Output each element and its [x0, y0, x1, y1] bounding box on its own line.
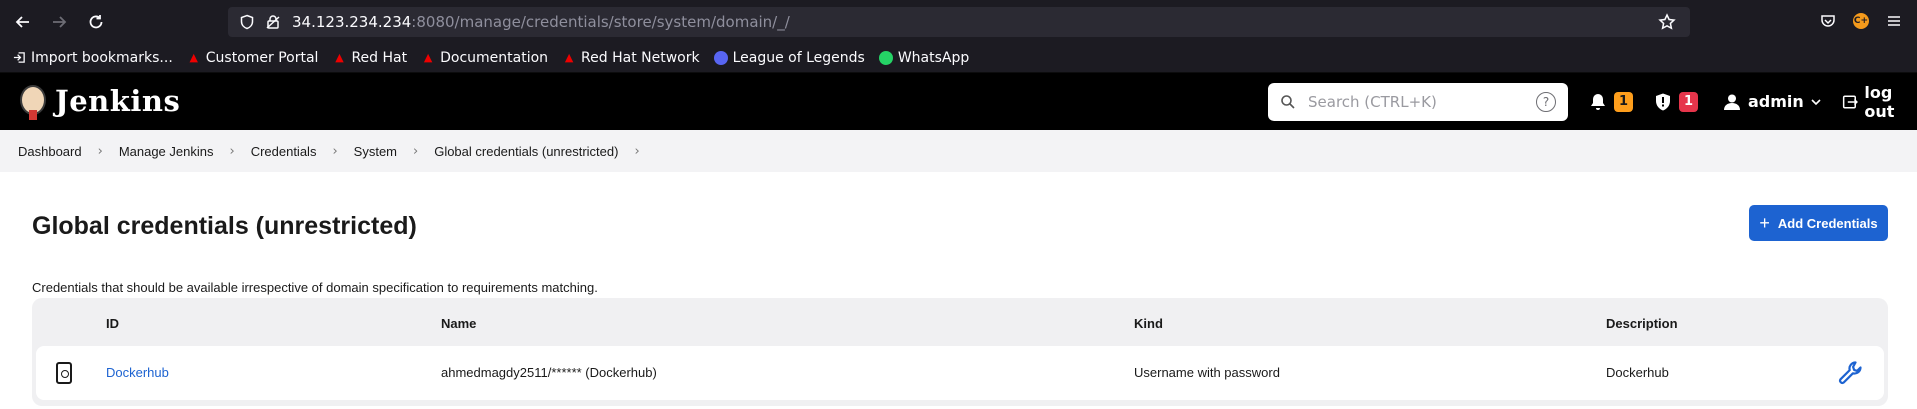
- plus-icon: +: [1759, 213, 1770, 233]
- chevron-down-icon: [1811, 98, 1821, 105]
- add-credentials-label: Add Credentials: [1777, 215, 1878, 231]
- credential-description: Dockerhub: [1606, 365, 1669, 380]
- table-row: Dockerhub ahmedmagdy2511/****** (Dockerh…: [36, 346, 1884, 400]
- jenkins-logo-icon: [17, 82, 49, 120]
- credential-kind: Username with password: [1134, 365, 1280, 380]
- logout-label: log out: [1864, 82, 1895, 121]
- search-icon: [1280, 94, 1296, 110]
- user-menu[interactable]: admin: [1722, 92, 1822, 112]
- redhat-icon: ▲: [564, 51, 574, 64]
- chevron-right-icon: ›: [97, 143, 103, 159]
- bookmark-import[interactable]: Import bookmarks...: [12, 50, 173, 66]
- bookmark-star-icon[interactable]: [1658, 13, 1676, 31]
- logout-icon: [1842, 94, 1858, 109]
- help-icon[interactable]: ?: [1536, 92, 1556, 112]
- credentials-table: ID Name Kind Description Dockerhub ahmed…: [32, 298, 1888, 406]
- brand-name: Jenkins: [55, 84, 181, 118]
- credential-id-link[interactable]: Dockerhub: [106, 365, 169, 380]
- bookmark-customer-portal[interactable]: ▲ Customer Portal: [187, 50, 319, 66]
- user-icon: [1724, 94, 1740, 110]
- column-header-id[interactable]: ID: [106, 316, 119, 331]
- url-host: 34.123.234.234: [292, 13, 412, 31]
- bookmark-red-hat-network[interactable]: ▲ Red Hat Network: [562, 50, 700, 66]
- notifications-button[interactable]: 1: [1588, 91, 1633, 112]
- logout-button[interactable]: log out: [1842, 83, 1917, 121]
- table-header: ID Name Kind Description: [36, 300, 1884, 346]
- discord-icon: [713, 50, 728, 65]
- bookmark-label: Customer Portal: [205, 49, 319, 66]
- bookmark-label: Red Hat Network: [581, 49, 700, 66]
- insecure-lock-icon[interactable]: [264, 13, 282, 31]
- url-field[interactable]: 34.123.234.234:8080/manage/credentials/s…: [228, 7, 1690, 37]
- bookmark-label: League of Legends: [732, 49, 865, 66]
- pocket-icon[interactable]: [1819, 12, 1837, 30]
- browser-toolbar: 34.123.234.234:8080/manage/credentials/s…: [0, 0, 1917, 43]
- redhat-icon: ▲: [335, 51, 344, 64]
- search-box[interactable]: ?: [1268, 83, 1568, 121]
- breadcrumb-system[interactable]: System: [354, 144, 397, 159]
- column-header-name[interactable]: Name: [441, 316, 476, 331]
- bell-icon: [1591, 93, 1605, 110]
- breadcrumb-credentials[interactable]: Credentials: [251, 144, 317, 159]
- add-credentials-button[interactable]: + Add Credentials: [1749, 205, 1888, 241]
- breadcrumb-manage-jenkins[interactable]: Manage Jenkins: [119, 144, 214, 159]
- bookmark-league-of-legends[interactable]: League of Legends: [713, 49, 865, 66]
- breadcrumb-dashboard[interactable]: Dashboard: [18, 144, 82, 159]
- extension-icon[interactable]: C+: [1853, 13, 1869, 29]
- page-title: Global credentials (unrestricted): [32, 212, 417, 240]
- search-input[interactable]: [1308, 93, 1528, 111]
- bookmarks-bar: Import bookmarks... ▲ Customer Portal ▲ …: [0, 43, 1917, 73]
- bookmark-whatsapp[interactable]: WhatsApp: [878, 49, 970, 66]
- breadcrumb-global-credentials[interactable]: Global credentials (unrestricted): [434, 144, 618, 159]
- bookmark-red-hat[interactable]: ▲ Red Hat: [332, 50, 407, 66]
- bookmark-documentation[interactable]: ▲ Documentation: [421, 50, 548, 66]
- user-name: admin: [1748, 92, 1804, 111]
- bookmark-label: Red Hat: [351, 49, 408, 66]
- wrench-icon[interactable]: [1836, 358, 1866, 388]
- menu-icon[interactable]: [1885, 12, 1903, 30]
- forward-icon[interactable]: [47, 10, 71, 34]
- chevron-right-icon: ›: [413, 143, 419, 159]
- credential-name: ahmedmagdy2511/****** (Dockerhub): [441, 365, 657, 380]
- bookmark-label: Import bookmarks...: [31, 49, 173, 66]
- redhat-icon: ▲: [423, 51, 433, 64]
- jenkins-header: Jenkins ? 1 1 admin log out: [0, 73, 1917, 130]
- domain-description: Credentials that should be available irr…: [32, 280, 598, 295]
- url-path: :8080/manage/credentials/store/system/do…: [411, 13, 790, 31]
- main-content: Global credentials (unrestricted) + Add …: [0, 172, 1917, 408]
- back-icon[interactable]: [11, 10, 35, 34]
- chevron-right-icon: ›: [332, 143, 338, 159]
- chevron-right-icon: ›: [229, 143, 235, 159]
- credential-type-icon: [56, 362, 72, 384]
- shield-icon[interactable]: [238, 13, 256, 31]
- redhat-icon: ▲: [189, 51, 198, 64]
- breadcrumb: Dashboard › Manage Jenkins › Credentials…: [0, 130, 1917, 172]
- notifications-count-badge: 1: [1614, 91, 1633, 112]
- bookmark-label: Documentation: [440, 49, 549, 66]
- import-icon: [12, 51, 26, 65]
- security-count-badge: 1: [1679, 91, 1698, 112]
- url-text: 34.123.234.234:8080/manage/credentials/s…: [292, 13, 790, 31]
- reload-icon[interactable]: [84, 10, 108, 34]
- security-button[interactable]: 1: [1653, 91, 1698, 112]
- column-header-description[interactable]: Description: [1606, 316, 1678, 331]
- shield-alert-icon: [1656, 93, 1670, 110]
- chevron-right-icon[interactable]: ›: [634, 144, 639, 159]
- jenkins-home-link[interactable]: Jenkins: [17, 82, 180, 120]
- whatsapp-icon: [878, 50, 893, 65]
- column-header-kind[interactable]: Kind: [1134, 316, 1163, 331]
- bookmark-label: WhatsApp: [897, 49, 970, 66]
